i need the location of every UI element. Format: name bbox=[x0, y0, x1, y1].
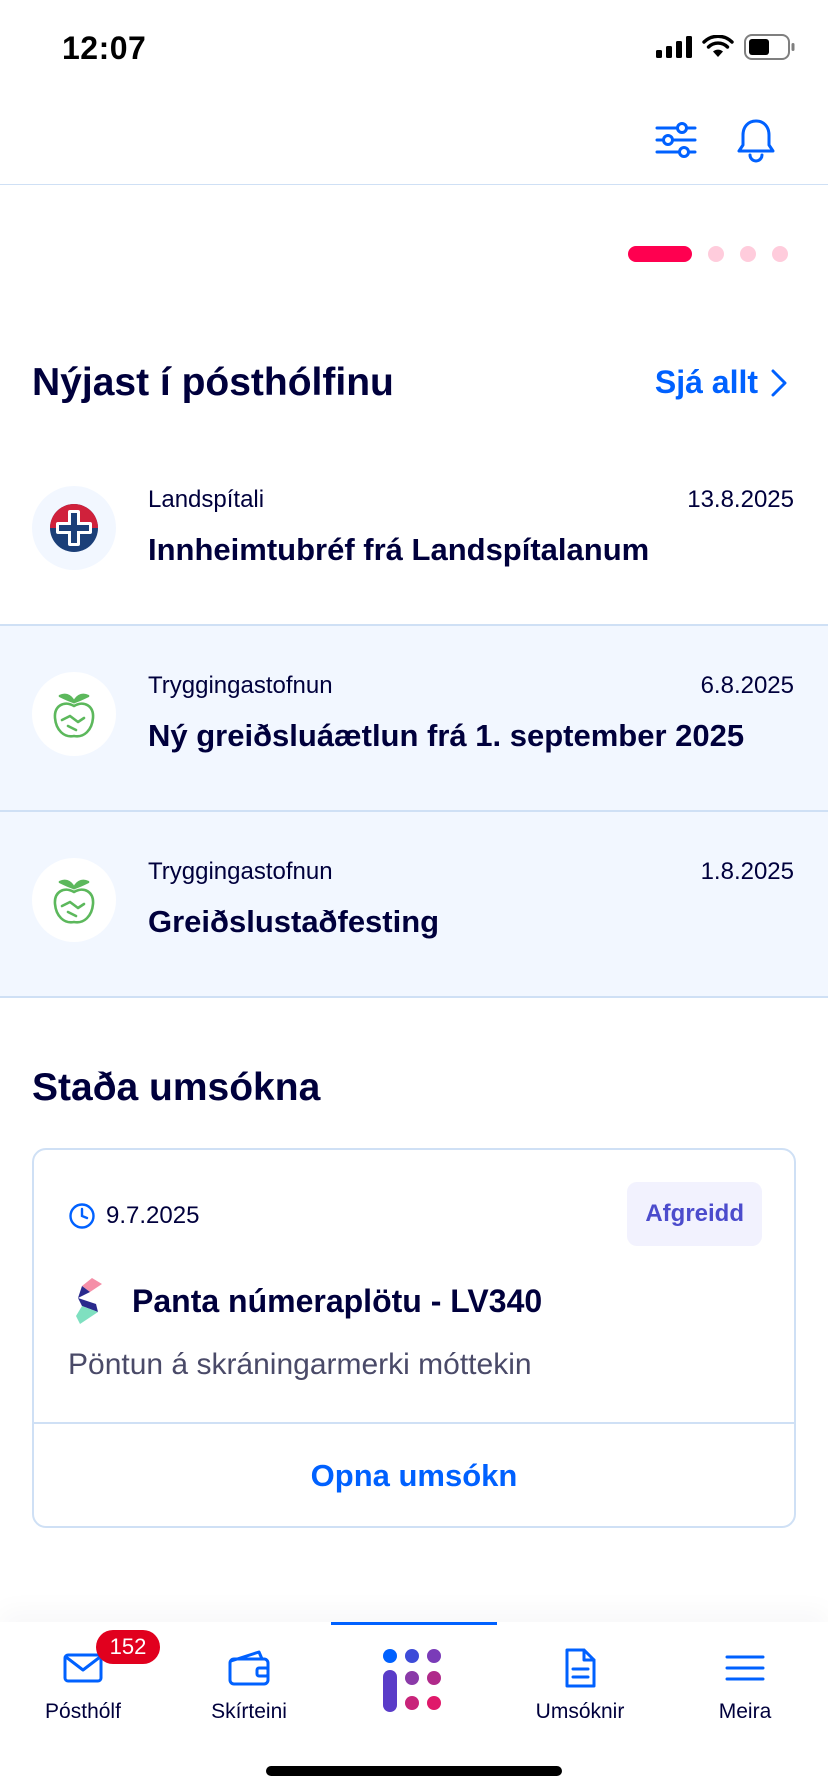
application-card: 9.7.2025 Afgreidd Panta númeraplötu - LV… bbox=[32, 1148, 796, 1528]
tab-more[interactable]: Meira bbox=[662, 1622, 828, 1742]
inbox-item[interactable]: Landspítali 13.8.2025 Innheimtubréf frá … bbox=[0, 440, 828, 626]
home-indicator bbox=[266, 1766, 562, 1776]
document-icon bbox=[565, 1648, 596, 1688]
inbox-item-sender: Landspítali bbox=[148, 486, 265, 513]
tab-licenses[interactable]: Skírteini bbox=[166, 1622, 332, 1742]
tab-label: Meira bbox=[718, 1700, 772, 1723]
application-date-row: 9.7.2025 bbox=[68, 1202, 199, 1230]
battery-icon bbox=[744, 34, 795, 60]
notifications-button[interactable] bbox=[728, 112, 784, 168]
tab-inbox[interactable]: 152 Pósthólf bbox=[0, 1622, 166, 1742]
status-badge: Afgreidd bbox=[627, 1182, 762, 1246]
inbox-item-sender: Tryggingastofnun bbox=[148, 858, 333, 885]
inbox-item-sender: Tryggingastofnun bbox=[148, 672, 333, 699]
application-title: Panta númeraplötu - LV340 bbox=[132, 1282, 543, 1319]
inbox-item-title: Innheimtubréf frá Landspítalanum bbox=[148, 532, 650, 567]
carousel-dot[interactable] bbox=[772, 246, 788, 262]
status-icons bbox=[656, 34, 796, 60]
application-description: Pöntun á skráningarmerki móttekin bbox=[68, 1348, 532, 1381]
tab-home[interactable] bbox=[331, 1622, 497, 1742]
carousel-dot-active[interactable] bbox=[628, 246, 692, 262]
tab-label: Skírteini bbox=[211, 1700, 287, 1723]
inbox-item-date: 1.8.2025 bbox=[700, 858, 794, 885]
inbox-item-date: 13.8.2025 bbox=[687, 486, 794, 513]
see-all-link[interactable]: Sjá allt bbox=[655, 364, 788, 401]
landspitali-logo-icon bbox=[32, 486, 116, 570]
inbox-item-date: 6.8.2025 bbox=[700, 672, 794, 699]
inbox-item-title: Greiðslustaðfesting bbox=[148, 904, 440, 939]
filter-button[interactable] bbox=[648, 112, 704, 168]
island-logo-icon bbox=[383, 1649, 441, 1712]
chevron-right-icon bbox=[771, 369, 787, 396]
inbox-item[interactable]: Tryggingastofnun 1.8.2025 Greiðslustaðfe… bbox=[0, 812, 828, 998]
wallet-icon bbox=[228, 1650, 270, 1686]
tryggingastofnun-logo-icon bbox=[32, 672, 116, 756]
applications-section-title: Staða umsókna bbox=[32, 1066, 321, 1109]
open-application-button[interactable]: Opna umsókn bbox=[34, 1424, 794, 1528]
carousel-dot[interactable] bbox=[708, 246, 724, 262]
tab-label: Pósthólf bbox=[45, 1700, 121, 1723]
bell-icon bbox=[737, 119, 775, 163]
samgongustofa-logo-icon bbox=[76, 1278, 102, 1324]
signal-icon bbox=[656, 36, 692, 58]
sliders-icon bbox=[655, 122, 697, 158]
tab-label: Umsóknir bbox=[535, 1700, 625, 1723]
status-time: 12:07 bbox=[62, 30, 147, 66]
tab-applications[interactable]: Umsóknir bbox=[497, 1622, 663, 1742]
clock-icon bbox=[69, 1203, 95, 1229]
inbox-item-title: Ný greiðsluáætlun frá 1. september 2025 bbox=[148, 718, 745, 753]
see-all-label: Sjá allt bbox=[654, 364, 758, 400]
unread-count-badge: 152 bbox=[96, 1630, 160, 1664]
inbox-section-title: Nýjast í pósthólfinu bbox=[32, 361, 394, 404]
application-title-row: Panta númeraplötu - LV340 bbox=[68, 1276, 542, 1326]
status-bar: 12:07 bbox=[0, 0, 828, 92]
menu-icon bbox=[725, 1655, 765, 1681]
wifi-icon bbox=[702, 35, 734, 57]
tryggingastofnun-logo-icon bbox=[32, 858, 116, 942]
carousel-pagination bbox=[628, 246, 788, 262]
inbox-item[interactable]: Tryggingastofnun 6.8.2025 Ný greiðsluáæt… bbox=[0, 626, 828, 812]
top-header bbox=[0, 92, 828, 185]
mail-icon bbox=[63, 1653, 103, 1683]
application-date: 9.7.2025 bbox=[106, 1202, 200, 1229]
carousel-dot[interactable] bbox=[740, 246, 756, 262]
